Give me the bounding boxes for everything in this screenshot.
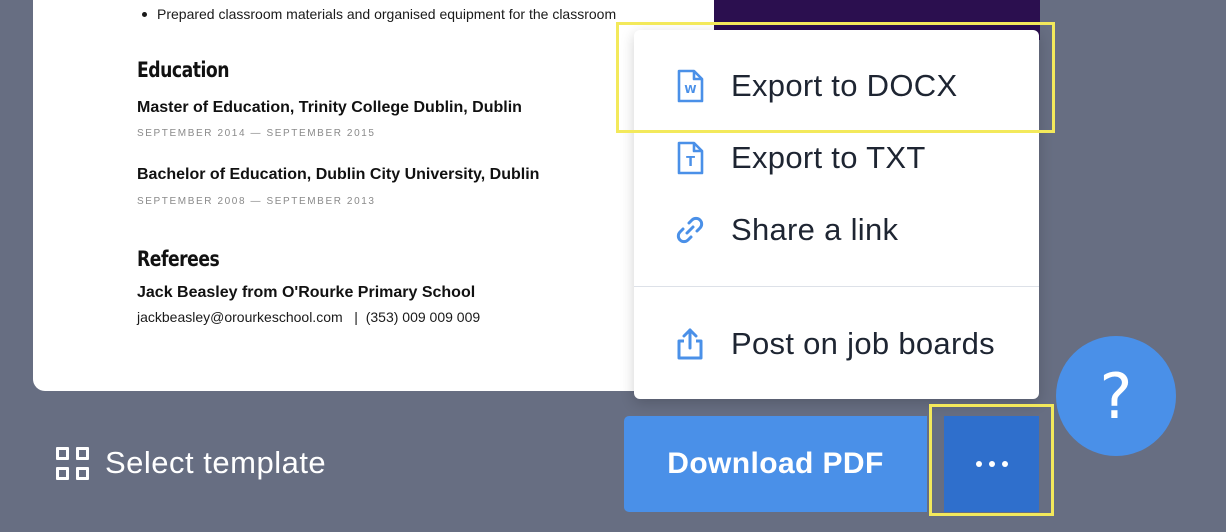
referees-heading: Referees <box>137 247 220 271</box>
grid-layout-icon <box>56 446 89 480</box>
help-button[interactable]: ? <box>1056 336 1176 456</box>
education-entry-title: Bachelor of Education, Dublin City Unive… <box>137 166 540 183</box>
experience-bullet: Prepared classroom materials and organis… <box>141 6 617 22</box>
svg-text:T: T <box>686 155 695 170</box>
education-entry-title: Master of Education, Trinity College Dub… <box>137 99 522 116</box>
export-menu: W Export to DOCX T Export to TXT Share a… <box>634 30 1039 399</box>
svg-text:W: W <box>684 83 696 96</box>
more-options-icon <box>975 461 982 467</box>
more-options-icon <box>988 461 995 467</box>
download-pdf-button[interactable]: Download PDF <box>624 416 927 512</box>
export-docx-label: Export to DOCX <box>731 68 958 103</box>
txt-file-icon: T <box>674 141 706 175</box>
share-link-label: Share a link <box>731 212 899 247</box>
select-template-label: Select template <box>105 445 327 480</box>
select-template-button[interactable]: Select template <box>56 445 326 481</box>
education-heading: Education <box>137 58 229 82</box>
menu-divider <box>634 286 1039 287</box>
export-txt-label: Export to TXT <box>731 140 926 175</box>
docx-file-icon: W <box>674 69 706 103</box>
post-job-boards-item[interactable]: Post on job boards <box>634 312 1039 376</box>
link-icon <box>674 213 706 247</box>
post-job-boards-label: Post on job boards <box>731 326 995 361</box>
export-txt-item[interactable]: T Export to TXT <box>634 126 1039 190</box>
education-entry-dates: SEPTEMBER 2008 — SEPTEMBER 2013 <box>137 196 376 207</box>
share-link-item[interactable]: Share a link <box>634 198 1039 262</box>
more-options-button[interactable] <box>944 416 1039 512</box>
referee-contact: jackbeasley@orourkeschool.com | (353) 00… <box>137 309 481 325</box>
education-entry-dates: SEPTEMBER 2014 — SEPTEMBER 2015 <box>137 128 376 139</box>
export-docx-item[interactable]: W Export to DOCX <box>634 54 1039 118</box>
more-options-icon <box>1001 461 1008 467</box>
upload-share-icon <box>674 327 706 361</box>
referee-name: Jack Beasley from O'Rourke Primary Schoo… <box>137 284 476 301</box>
resume-preview: Prepared classroom materials and organis… <box>33 0 733 391</box>
